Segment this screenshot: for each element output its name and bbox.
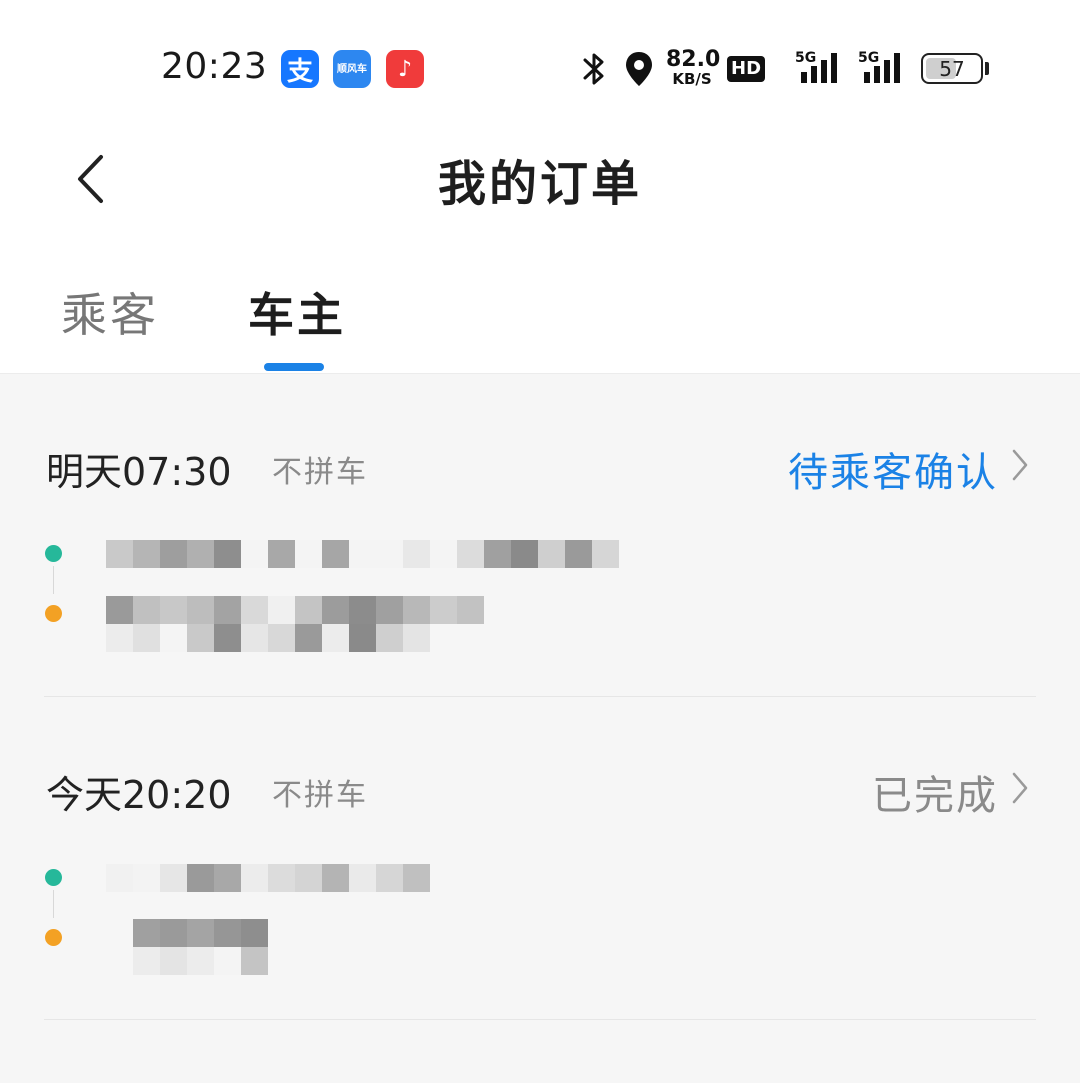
bluetooth-icon bbox=[583, 53, 604, 85]
start-address-redacted bbox=[106, 864, 430, 892]
network-speed-value: 82.0 bbox=[666, 47, 721, 72]
network-speed-unit: KB/S bbox=[672, 70, 712, 88]
end-point-icon bbox=[45, 929, 62, 946]
tab-bar: 乘客 车主 bbox=[0, 235, 1080, 374]
battery-icon: 57 bbox=[921, 53, 983, 84]
alipay-icon: 支 bbox=[281, 50, 319, 88]
tab-passenger[interactable]: 乘客 bbox=[61, 279, 159, 345]
end-point-icon bbox=[45, 605, 62, 622]
start-point-icon bbox=[45, 545, 62, 562]
end-address-redacted-line2 bbox=[106, 624, 430, 652]
status-bar: 20:23 支 顺风车 ♪ 82.0 KB/S HD 5G 5G 57 bbox=[0, 0, 1080, 130]
route-line bbox=[53, 890, 54, 918]
battery-level: 57 bbox=[939, 56, 965, 81]
chevron-right-icon bbox=[1012, 772, 1028, 804]
signal-5g-icon-2: 5G bbox=[858, 50, 906, 88]
ride-app-icon: 顺风车 bbox=[333, 50, 371, 88]
end-address-redacted bbox=[133, 919, 268, 947]
location-icon bbox=[626, 52, 652, 86]
start-address-redacted bbox=[106, 540, 619, 568]
battery-tip bbox=[985, 62, 989, 75]
order-type: 不拼车 bbox=[272, 455, 368, 490]
order-card[interactable]: 今天20:20 不拼车 已完成 bbox=[0, 697, 1080, 1019]
signal-5g-icon-1: 5G bbox=[795, 50, 843, 88]
page-title: 我的订单 bbox=[437, 156, 642, 212]
order-divider bbox=[44, 1019, 1036, 1020]
order-time: 今天20:20 bbox=[46, 773, 232, 817]
chevron-right-icon bbox=[1012, 449, 1028, 481]
order-status[interactable]: 待乘客确认 bbox=[788, 440, 998, 498]
end-address-redacted-line2 bbox=[133, 947, 268, 975]
signal-label: 5G bbox=[858, 50, 880, 66]
screen: 20:23 支 顺风车 ♪ 82.0 KB/S HD 5G 5G 57 我的订单… bbox=[0, 0, 1080, 1083]
route-line bbox=[53, 566, 54, 594]
status-time: 20:23 bbox=[161, 46, 268, 87]
order-type: 不拼车 bbox=[272, 778, 368, 813]
tab-active-indicator bbox=[264, 363, 324, 371]
tab-driver[interactable]: 车主 bbox=[248, 279, 346, 345]
start-point-icon bbox=[45, 869, 62, 886]
hd-voice-icon: HD bbox=[727, 56, 766, 82]
end-address-redacted bbox=[106, 596, 484, 624]
signal-label: 5G bbox=[795, 50, 817, 66]
network-speed: 82.0 KB/S bbox=[666, 47, 721, 88]
order-card[interactable]: 明天07:30 不拼车 待乘客确认 bbox=[0, 374, 1080, 696]
music-app-icon: ♪ bbox=[386, 50, 424, 88]
order-status[interactable]: 已完成 bbox=[872, 763, 998, 821]
order-time: 明天07:30 bbox=[46, 450, 232, 494]
header: 我的订单 bbox=[0, 130, 1080, 235]
